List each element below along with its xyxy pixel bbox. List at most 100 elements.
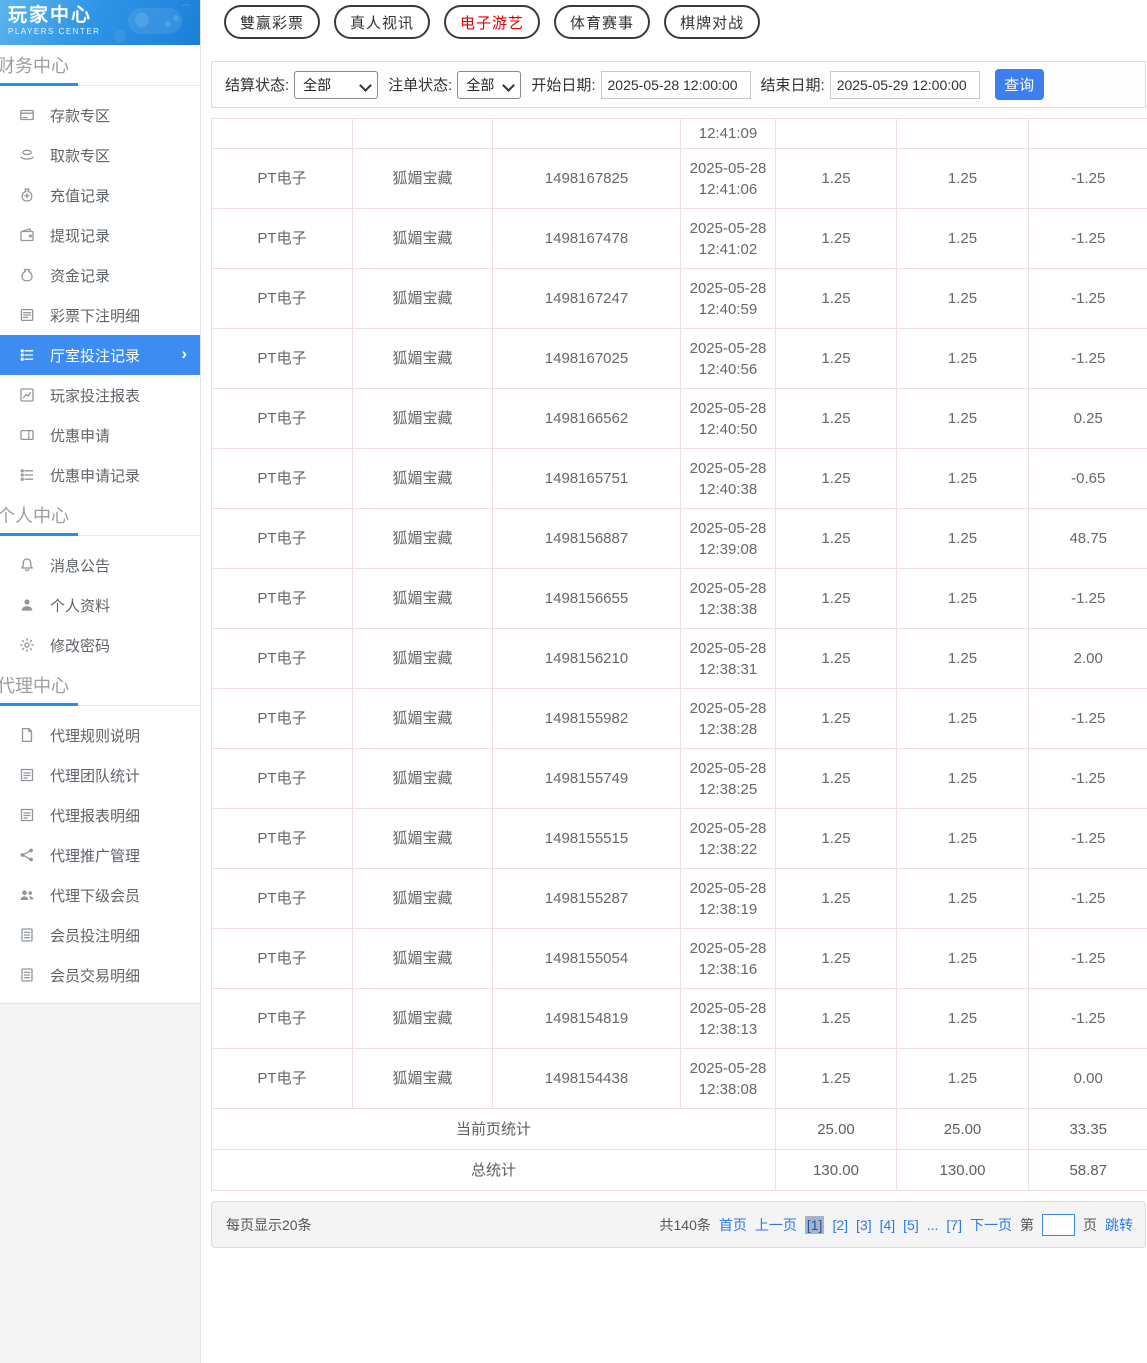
sidebar-item[interactable]: 代理规则说明 › [0, 715, 200, 755]
order-number-cell: 1498155982 [492, 688, 681, 749]
clipped-table-row: 12:41:09 [211, 118, 1147, 149]
sidebar-item[interactable]: 代理报表明细 › [0, 795, 200, 835]
sidebar-item[interactable]: 代理下级会员 › [0, 875, 200, 915]
pagination-bar: 每页显示20条 共140条 首页 上一页 [1] [2] [3] [4] [5]… [211, 1201, 1146, 1248]
jump-button[interactable]: 跳转 [1105, 1215, 1133, 1235]
withdraw-hand-icon [19, 147, 35, 163]
winloss-cell: -0.65 [1028, 448, 1147, 509]
sidebar-filler [0, 1004, 200, 1363]
page-summary-label: 当前页统计 [211, 1108, 776, 1150]
next-page-link[interactable]: 下一页 [970, 1215, 1012, 1235]
order-status-label: 注单状态: [388, 77, 453, 94]
table-row: PT电子 狐媚宝藏 1498155515 2025-05-28 12:38:22… [211, 808, 1147, 869]
game-name-cell: 狐媚宝藏 [352, 988, 493, 1049]
order-number-cell: 1498156655 [492, 568, 681, 629]
game-category-tab[interactable]: 电子游艺 [444, 5, 541, 39]
page-number-link[interactable]: [3] [856, 1217, 872, 1233]
end-date-label: 结束日期: [760, 77, 825, 94]
sidebar-item[interactable]: 代理团队统计 › [0, 755, 200, 795]
sidebar-item-label: 代理规则说明 [50, 727, 141, 745]
personal-nav-list: 消息公告 › 个人资料 › 修改密码 › [0, 545, 200, 665]
page-number-link[interactable]: [7] [946, 1217, 962, 1233]
table-row: PT电子 狐媚宝藏 1498156887 2025-05-28 12:39:08… [211, 508, 1147, 569]
winloss-cell: -1.25 [1028, 328, 1147, 389]
winloss-cell: -1.25 [1028, 868, 1147, 929]
gear-icon [19, 637, 35, 653]
hall-bet-record-icon [19, 347, 35, 363]
promo-record-icon [19, 467, 35, 483]
sidebar-item[interactable]: 提现记录 › [0, 215, 200, 255]
start-date-label: 开始日期: [531, 77, 596, 94]
page-number-link[interactable]: ... [927, 1217, 939, 1233]
sidebar-item-label: 代理下级会员 [50, 887, 141, 905]
sidebar-item[interactable]: 资金记录 › [0, 255, 200, 295]
game-type-cell: PT电子 [211, 868, 353, 929]
page-jump-input[interactable] [1042, 1213, 1075, 1236]
sidebar-item[interactable]: 玩家投注报表 › [0, 375, 200, 415]
sidebar-item[interactable]: 存款专区 › [0, 95, 200, 135]
page-number-link[interactable]: [2] [832, 1217, 848, 1233]
sidebar-item[interactable]: 代理推广管理 › [0, 835, 200, 875]
end-date-input[interactable] [829, 70, 980, 99]
game-category-tab[interactable]: 棋牌对战 [664, 5, 761, 39]
time-cell: 2025-05-28 12:41:02 [680, 208, 776, 269]
bet-amount-cell: 1.25 [775, 208, 897, 269]
sidebar-item[interactable]: 修改密码 › [0, 625, 200, 665]
chevron-right-icon: › [181, 344, 187, 364]
winloss-cell: -1.25 [1028, 688, 1147, 749]
prev-page-link[interactable]: 上一页 [755, 1215, 797, 1235]
promo-apply-icon [19, 427, 35, 443]
page-number-link[interactable]: [5] [903, 1217, 919, 1233]
page-number-link[interactable]: [4] [880, 1217, 896, 1233]
search-button[interactable]: 查询 [994, 69, 1044, 100]
order-status-select[interactable]: 全部 [457, 70, 522, 99]
bet-amount-cell: 1.25 [775, 688, 897, 749]
winloss-cell: -1.25 [1028, 988, 1147, 1049]
sidebar-item-label: 玩家投注报表 [50, 387, 141, 405]
total-summary-bet: 130.00 [775, 1149, 897, 1191]
order-number-cell: 1498155749 [492, 748, 681, 809]
first-page-link[interactable]: 首页 [719, 1215, 747, 1235]
total-summary-row: 总统计 130.00 130.00 58.87 [211, 1149, 1147, 1191]
sidebar-item-label: 会员投注明细 [50, 927, 141, 945]
time-cell: 2025-05-28 12:40:56 [680, 328, 776, 389]
order-number-cell: 1498154438 [492, 1048, 681, 1109]
winloss-cell: -1.25 [1028, 208, 1147, 269]
time-cell: 2025-05-28 12:38:25 [680, 748, 776, 809]
sidebar-item-label: 消息公告 [50, 557, 111, 575]
section-divider [0, 703, 200, 706]
game-type-cell: PT电子 [211, 748, 353, 809]
sidebar-item[interactable]: 优惠申请 › [0, 415, 200, 455]
lottery-bet-detail-icon [19, 307, 35, 323]
sidebar-item[interactable]: 会员交易明细 › [0, 955, 200, 995]
sidebar-item[interactable]: 充值记录 › [0, 175, 200, 215]
valid-bet-cell: 1.25 [896, 328, 1029, 389]
sidebar-item[interactable]: 消息公告 › [0, 545, 200, 585]
valid-bet-cell: 1.25 [896, 208, 1029, 269]
section-title-finance: 财务中心 [0, 56, 69, 76]
sidebar-item[interactable]: 优惠申请记录 › [0, 455, 200, 495]
sidebar-item[interactable]: 会员投注明细 › [0, 915, 200, 955]
start-date-input[interactable] [600, 70, 751, 99]
time-cell: 2025-05-28 12:38:31 [680, 628, 776, 689]
sidebar-item[interactable]: 彩票下注明细 › [0, 295, 200, 335]
winloss-cell: -1.25 [1028, 748, 1147, 809]
game-category-tab[interactable]: 真人视讯 [334, 5, 431, 39]
bet-amount-cell: 1.25 [775, 328, 897, 389]
winloss-cell: 0.00 [1028, 1048, 1147, 1109]
game-type-cell: PT电子 [211, 568, 353, 629]
sidebar-item[interactable]: 厅室投注记录 › [0, 335, 200, 375]
game-category-tab[interactable]: 体育赛事 [554, 5, 651, 39]
pagination-controls: 共140条 首页 上一页 [1] [2] [3] [4] [5] ... [7]… [660, 1213, 1133, 1236]
sidebar-item[interactable]: 个人资料 › [0, 585, 200, 625]
sidebar-item[interactable]: 取款专区 › [0, 135, 200, 175]
winloss-cell: -1.25 [1028, 928, 1147, 989]
share-icon [19, 847, 35, 863]
game-name-cell: 狐媚宝藏 [352, 928, 493, 989]
game-type-cell: PT电子 [211, 1048, 353, 1109]
game-category-tab[interactable]: 雙赢彩票 [224, 5, 321, 39]
agent-nav-list: 代理规则说明 › 代理团队统计 › 代理报表明细 › [0, 715, 200, 995]
player-bet-report-icon [19, 387, 35, 403]
page-number-link[interactable]: [1] [804, 1215, 825, 1234]
settle-status-select[interactable]: 全部 [294, 70, 379, 99]
